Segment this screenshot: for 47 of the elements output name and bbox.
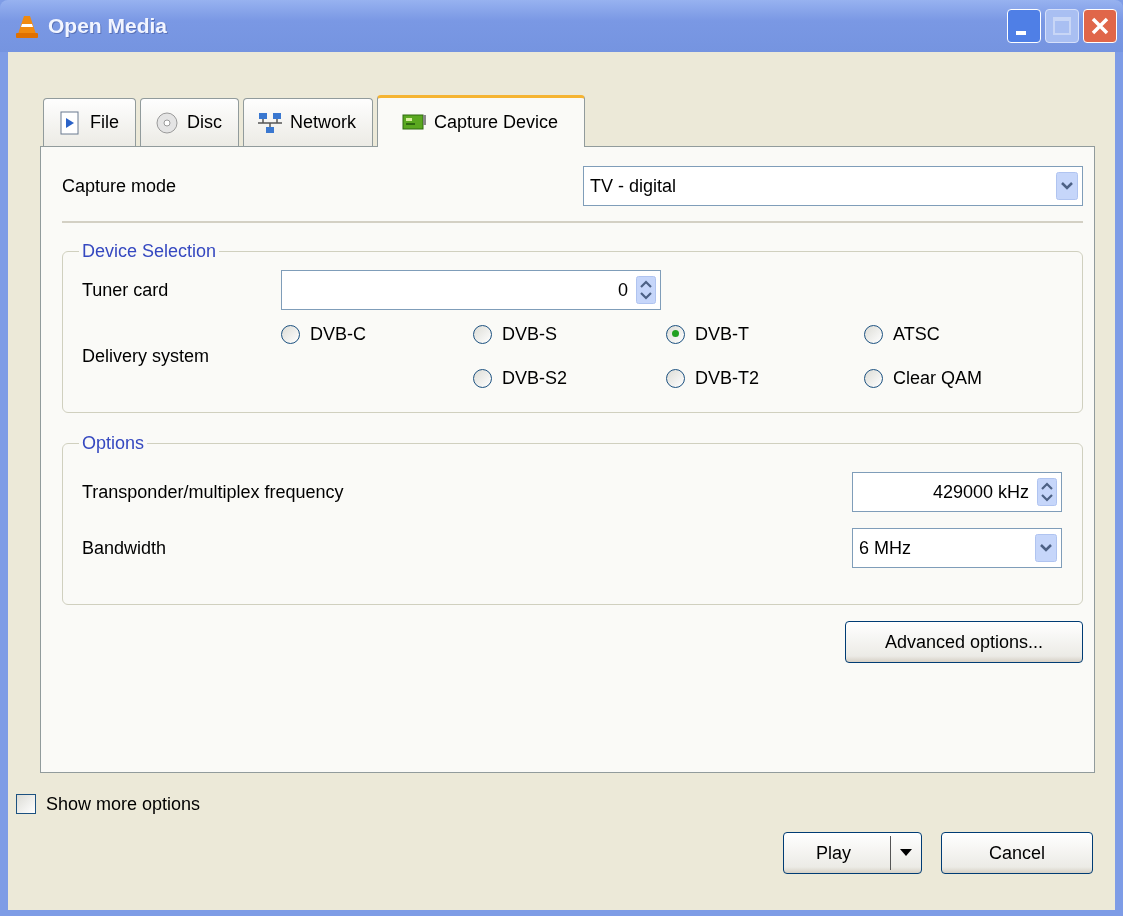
minimize-icon <box>1016 31 1026 35</box>
radio-button[interactable] <box>864 368 883 388</box>
spin-arrows-icon <box>1037 478 1057 506</box>
close-button[interactable] <box>1083 9 1117 43</box>
play-button[interactable]: Play <box>783 832 922 874</box>
checkbox-option[interactable]: Show more options <box>16 789 1095 819</box>
spin-arrows-icon <box>636 276 656 304</box>
radio-button[interactable] <box>864 324 883 344</box>
spin-box[interactable]: 429000 kHz <box>852 472 1062 512</box>
group-title: Device Selection <box>81 241 218 262</box>
radio-button[interactable] <box>473 368 492 388</box>
advanced-options-button[interactable]: Advanced options... <box>845 621 1083 663</box>
tab[interactable]: Capture Device <box>377 95 586 147</box>
radio-button[interactable] <box>473 324 492 344</box>
field-label: Tuner card <box>82 279 170 301</box>
traffic-cone-icon <box>16 14 38 38</box>
radio-option[interactable]: ATSC <box>864 323 1062 345</box>
tab[interactable]: Disc <box>140 98 239 146</box>
play-file-icon <box>58 110 82 135</box>
spin-box[interactable]: 0 <box>281 270 661 310</box>
field-label: Delivery system <box>82 345 211 367</box>
field-label: Bandwidth <box>82 537 168 559</box>
radio-button[interactable] <box>666 324 685 344</box>
radio-button[interactable] <box>666 368 685 388</box>
radio-option[interactable]: Clear QAM <box>864 367 1062 389</box>
minimize-button[interactable] <box>1007 9 1041 43</box>
radio-option[interactable]: DVB-T2 <box>666 367 864 389</box>
field-label: Capture mode <box>62 175 178 197</box>
tab[interactable]: File <box>43 98 136 146</box>
radio-option[interactable]: DVB-C <box>281 323 473 345</box>
close-icon <box>1091 17 1109 35</box>
radio-option[interactable]: DVB-S2 <box>473 367 666 389</box>
dropdown[interactable]: 6 MHz <box>852 528 1062 568</box>
radio-button[interactable] <box>281 324 300 344</box>
radio-option[interactable]: DVB-T <box>666 323 864 345</box>
disc-icon <box>155 110 179 135</box>
tab[interactable]: Network <box>243 98 374 146</box>
cancel-button[interactable]: Cancel <box>941 832 1093 874</box>
radio-option[interactable]: DVB-S <box>473 323 666 345</box>
window-title: Open Media <box>48 14 169 38</box>
checkbox[interactable] <box>16 794 36 814</box>
caret-icon <box>900 849 912 857</box>
dropdown[interactable]: TV - digital <box>583 166 1083 206</box>
maximize-icon <box>1053 17 1071 35</box>
network-icon <box>258 110 282 135</box>
group-title: Options <box>81 433 146 454</box>
field-label: Transponder/multiplex frequency <box>82 481 345 503</box>
